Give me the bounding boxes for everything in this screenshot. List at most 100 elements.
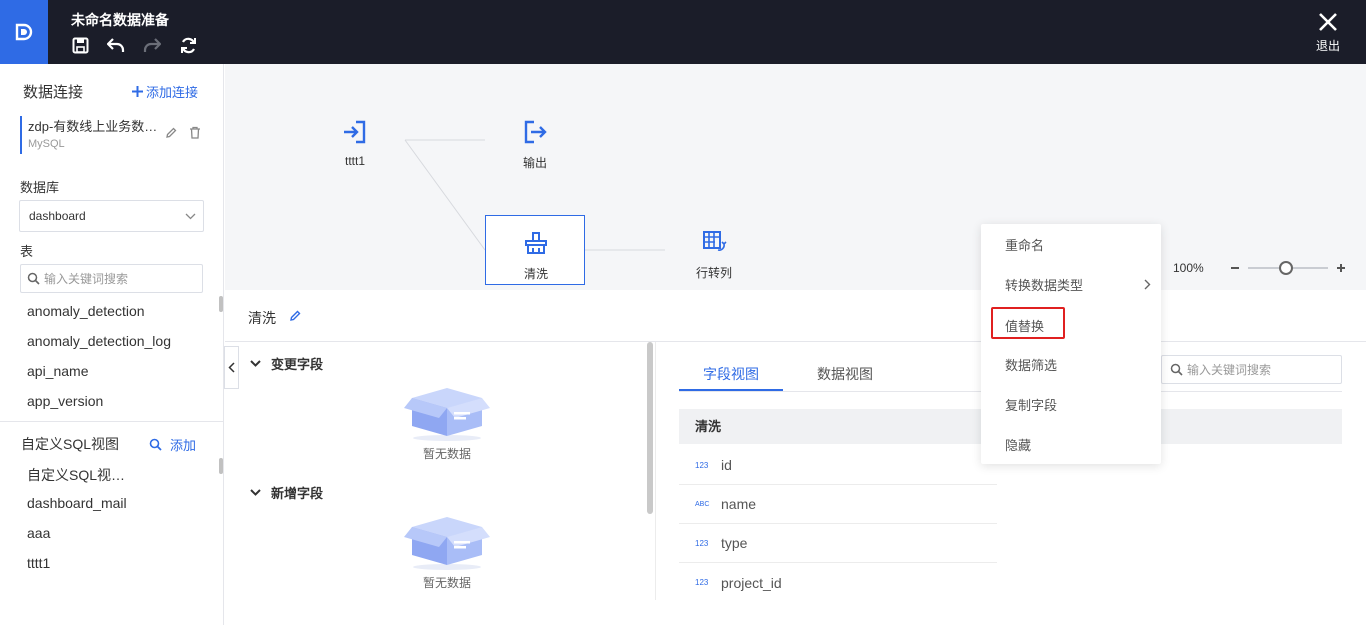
table-item[interactable]: app_version <box>27 393 103 409</box>
close-icon <box>1319 13 1337 31</box>
field-search-placeholder: 输入关键词搜索 <box>1187 363 1272 377</box>
add-connection-button[interactable]: 添加连接 <box>131 82 198 101</box>
database-value: dashboard <box>29 209 86 223</box>
chevron-left-icon <box>228 362 235 373</box>
added-fields-title: 新增字段 <box>271 486 324 501</box>
added-fields-group[interactable]: 新增字段 <box>250 483 323 502</box>
changed-fields-group[interactable]: 变更字段 <box>250 354 323 373</box>
field-row[interactable]: ABC name <box>679 485 997 524</box>
field-row[interactable]: 123 type <box>679 524 997 563</box>
database-select[interactable]: dashboard <box>19 200 204 232</box>
search-icon <box>1170 363 1183 376</box>
pivot-table-icon <box>703 231 727 251</box>
delete-icon[interactable] <box>189 126 201 139</box>
empty-text: 暂无数据 <box>422 447 471 461</box>
save-icon[interactable] <box>71 36 89 54</box>
field-name: name <box>721 496 757 512</box>
changed-fields-title: 变更字段 <box>271 357 324 372</box>
divider <box>0 421 223 422</box>
flow-canvas[interactable]: tttt1 输出 清洗 行转列 100% <box>225 64 1366 290</box>
connection-item[interactable]: zdp-有数线上业务数… MySQL <box>20 116 206 154</box>
sql-view-item[interactable]: dashboard_mail <box>27 495 127 511</box>
menu-item-filter[interactable]: 数据筛选 <box>1005 355 1057 374</box>
menu-item-replace-value[interactable]: 值替换 <box>1005 316 1044 335</box>
empty-state: 暂无数据 <box>402 384 492 462</box>
field-row[interactable]: 123 project_id <box>679 563 997 602</box>
search-icon <box>27 272 40 285</box>
tab-field-view[interactable]: 字段视图 <box>703 364 759 384</box>
menu-item-copy-field[interactable]: 复制字段 <box>1005 395 1057 414</box>
zoom-in-icon[interactable] <box>1336 263 1346 273</box>
empty-box-icon <box>404 388 490 441</box>
undo-icon[interactable] <box>107 36 125 54</box>
node-clean-label: 清洗 <box>523 267 548 281</box>
rename-edit-icon[interactable] <box>289 310 301 322</box>
flow-edges <box>404 139 665 251</box>
table-item[interactable]: api_name <box>27 363 89 379</box>
brush-icon <box>525 232 547 254</box>
panel-header: 清洗 <box>225 290 1366 342</box>
pane-divider <box>655 342 656 600</box>
connection-name: zdp-有数线上业务数… <box>28 119 158 134</box>
field-context-menu: 重命名 转换数据类型 值替换 数据筛选 复制字段 隐藏 <box>981 224 1161 464</box>
node-pivot-label: 行转列 <box>695 266 732 280</box>
edit-icon[interactable] <box>165 127 177 139</box>
tab-data-view[interactable]: 数据视图 <box>817 364 873 384</box>
zoom-slider[interactable] <box>1247 261 1328 275</box>
field-type-icon: 123 <box>695 538 709 548</box>
field-row[interactable]: 123 id <box>679 446 997 485</box>
left-pane-scrollbar[interactable] <box>647 342 653 514</box>
table-search-input[interactable]: 输入关键词搜索 <box>20 264 203 293</box>
field-type-icon: ABC <box>695 500 710 508</box>
field-search-input[interactable]: 输入关键词搜索 <box>1161 355 1342 384</box>
add-sql-view-button[interactable]: 添加 <box>149 435 196 454</box>
connection-type: MySQL <box>28 138 65 150</box>
panel-title: 清洗 <box>248 310 276 326</box>
field-type-icon: 123 <box>695 460 709 470</box>
search-icon <box>149 438 162 451</box>
sql-list-scrollbar[interactable] <box>219 458 223 474</box>
node-output[interactable]: 输出 <box>515 119 555 171</box>
active-tab-indicator <box>679 389 783 391</box>
exit-button[interactable]: 退出 <box>1314 12 1342 54</box>
chevron-down-icon <box>250 489 261 496</box>
menu-item-convert-type[interactable]: 转换数据类型 <box>1005 275 1083 294</box>
output-icon <box>524 120 547 144</box>
collapse-sidebar-button[interactable] <box>224 346 239 389</box>
table-item[interactable]: anomaly_detection_log <box>27 333 171 349</box>
menu-item-hide[interactable]: 隐藏 <box>1005 435 1031 454</box>
field-type-icon: 123 <box>695 578 709 587</box>
field-name: id <box>721 457 732 473</box>
menu-item-rename[interactable]: 重命名 <box>1005 235 1044 254</box>
sql-views-title: 自定义SQL视图 <box>21 436 120 452</box>
node-input[interactable]: tttt1 <box>335 119 375 168</box>
zoom-level: 100% <box>1173 261 1204 275</box>
top-header: 未命名数据准备 退出 <box>0 0 1366 64</box>
chevron-down-icon <box>250 360 261 367</box>
sql-view-item[interactable]: tttt1 <box>27 555 50 571</box>
redo-icon[interactable] <box>143 36 161 54</box>
app-logo-icon[interactable] <box>0 0 48 64</box>
sql-view-item[interactable]: aaa <box>27 525 50 541</box>
table-item[interactable]: anomaly_detection <box>27 303 145 319</box>
table-list-scrollbar[interactable] <box>219 296 223 312</box>
page-title: 未命名数据准备 <box>71 12 169 28</box>
node-output-label: 输出 <box>522 156 547 170</box>
empty-state: 暂无数据 <box>402 513 492 591</box>
refresh-icon[interactable] <box>179 36 197 54</box>
node-pivot[interactable]: 行转列 <box>691 229 737 281</box>
chevron-right-icon <box>1144 279 1151 290</box>
plus-icon <box>132 86 143 97</box>
input-icon <box>344 120 366 144</box>
node-clean[interactable]: 清洗 <box>485 215 585 285</box>
node-input-label: tttt1 <box>344 154 365 168</box>
field-name: project_id <box>721 574 782 591</box>
connections-title: 数据连接 <box>23 84 84 101</box>
sql-view-item[interactable]: 自定义SQL视… <box>27 465 125 485</box>
empty-text: 暂无数据 <box>422 576 471 590</box>
table-search-placeholder: 输入关键词搜索 <box>44 272 129 286</box>
chevron-down-icon <box>185 213 196 220</box>
zoom-out-icon[interactable] <box>1230 263 1240 273</box>
table-label: 表 <box>20 244 34 259</box>
database-label: 数据库 <box>20 180 60 195</box>
